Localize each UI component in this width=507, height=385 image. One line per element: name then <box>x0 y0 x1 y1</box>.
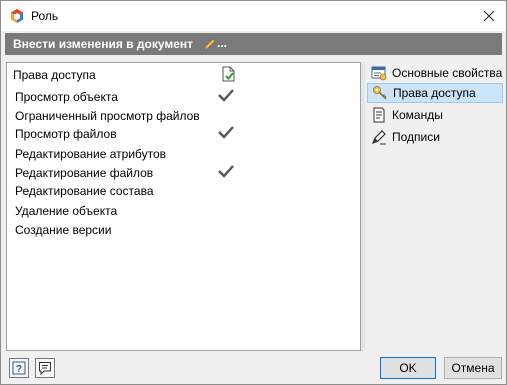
close-icon <box>483 10 495 22</box>
nav-item-access-rights[interactable]: Права доступа <box>367 83 503 103</box>
commands-icon <box>373 107 385 123</box>
nav-item-commands[interactable]: Команды <box>367 105 503 125</box>
properties-icon <box>371 66 387 81</box>
access-row-label: Удаление объекта <box>15 204 118 218</box>
access-row-label: Редактирование состава <box>15 184 154 198</box>
access-rights-list: Права доступа Просмотр объекта Ограничен… <box>6 62 361 351</box>
checkmark-icon[interactable] <box>217 88 235 102</box>
nav-item-label: Подписи <box>392 130 440 144</box>
signature-icon <box>371 130 386 145</box>
help-button[interactable]: ? <box>9 358 29 378</box>
keys-icon <box>373 86 387 100</box>
window-title: Роль <box>31 9 59 23</box>
access-row-label: Ограниченный просмотр файлов <box>15 109 200 123</box>
access-row-label: Редактирование атрибутов <box>15 147 167 161</box>
app-icon <box>11 9 23 23</box>
nav-item-main-properties[interactable]: Основные свойства <box>367 63 503 83</box>
checkmark-icon[interactable] <box>217 164 235 178</box>
nav-item-label: Основные свойства <box>392 66 503 80</box>
comment-icon <box>39 362 51 375</box>
cancel-button[interactable]: Отмена <box>444 357 502 379</box>
document-check-icon <box>222 66 235 82</box>
nav-item-label: Права доступа <box>393 86 476 100</box>
checkmark-icon[interactable] <box>217 125 235 139</box>
ok-button[interactable]: OK <box>380 357 436 379</box>
access-row-label: Редактирование файлов <box>15 166 154 180</box>
nav-item-signatures[interactable]: Подписи <box>367 127 503 147</box>
svg-text:?: ? <box>16 364 22 375</box>
banner-ellipsis: ... <box>217 36 228 50</box>
role-dialog: Роль Внести изменения в документ ... Пра… <box>0 0 507 385</box>
title-bar: Роль <box>1 1 506 31</box>
access-row-label: Просмотр объекта <box>15 90 118 104</box>
property-nav: Основные свойства Права доступа Команды <box>365 62 505 351</box>
pencil-icon <box>204 38 216 50</box>
help-icon: ? <box>12 361 26 375</box>
list-header: Права доступа <box>13 68 96 82</box>
action-banner[interactable]: Внести изменения в документ ... <box>5 33 502 55</box>
banner-text: Внести изменения в документ <box>13 37 194 51</box>
close-button[interactable] <box>472 1 506 31</box>
access-row-label: Просмотр файлов <box>15 127 117 141</box>
comment-button[interactable] <box>35 358 55 378</box>
nav-item-label: Команды <box>392 108 443 122</box>
access-row-label: Создание версии <box>15 223 112 237</box>
